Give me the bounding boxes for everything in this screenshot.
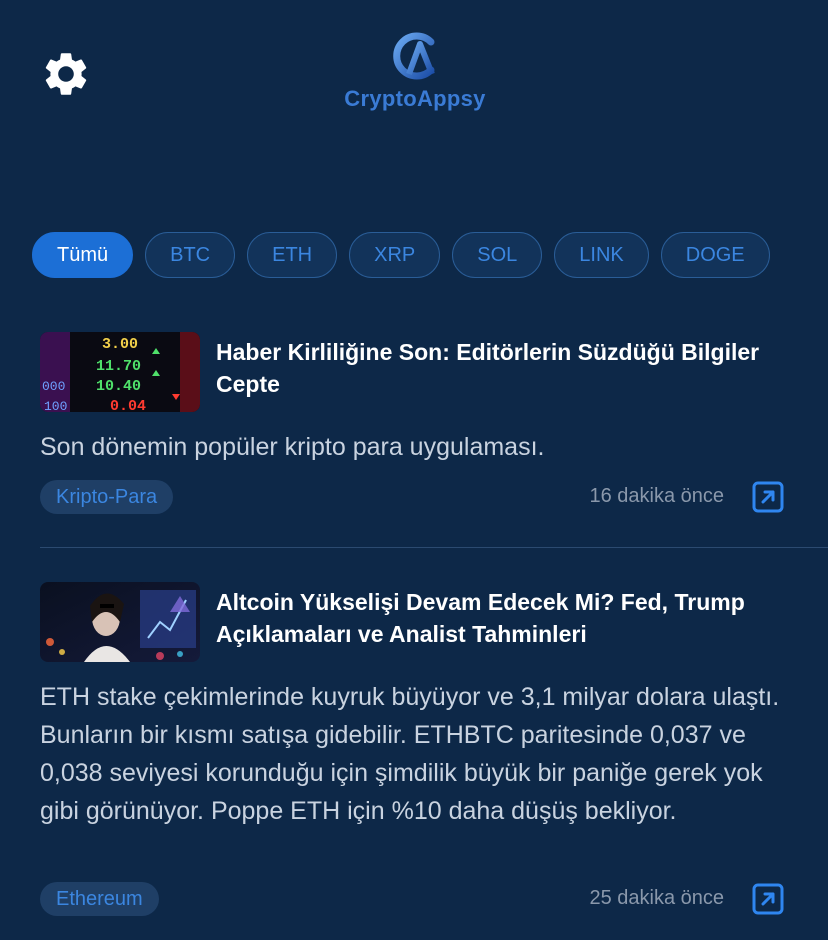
filter-chip-sol[interactable]: SOL: [452, 232, 543, 278]
article-title[interactable]: Haber Kirliliğine Son: Editörlerin Süzdü…: [216, 336, 776, 400]
news-item[interactable]: Altcoin Yükselişi Devam Edecek Mi? Fed, …: [40, 582, 828, 922]
filter-chip-link[interactable]: LINK: [554, 232, 649, 278]
ticker-value: 100: [44, 399, 67, 412]
ticker-value: 3.00: [102, 336, 138, 353]
article-description: Son dönemin popüler kripto para uygulama…: [40, 433, 545, 461]
ticker-value: 0.04: [110, 398, 146, 412]
external-link-icon[interactable]: [752, 883, 784, 915]
ticker-value: 10.40: [96, 378, 141, 395]
divider: [40, 547, 828, 548]
filter-chip-doge[interactable]: DOGE: [660, 232, 770, 278]
app-logo: CryptoAppsy: [330, 28, 500, 120]
filter-chip-eth[interactable]: ETH: [247, 232, 338, 278]
filter-chip-btc[interactable]: BTC: [145, 232, 236, 278]
news-item[interactable]: 3.00 11.70 10.40 0.04 000 100 Haber Kirl…: [40, 332, 828, 522]
article-description: ETH stake çekimlerinde kuyruk büyüyor ve…: [40, 683, 780, 825]
filter-chip-bar: Tümü BTC ETH XRP SOL LINK DOGE: [32, 232, 828, 280]
app-header: CryptoAppsy: [0, 0, 828, 140]
external-link-icon[interactable]: [752, 481, 784, 513]
app-name: CryptoAppsy: [344, 86, 486, 111]
logo-mark: [393, 32, 435, 80]
article-thumbnail: [40, 582, 200, 662]
article-thumbnail: 3.00 11.70 10.40 0.04 000 100: [40, 332, 200, 412]
timestamp: 25 dakika önce: [589, 887, 724, 909]
ticker-value: 11.70: [96, 358, 141, 375]
trader-screen-image: [40, 582, 200, 662]
ticker-board-image: 3.00 11.70 10.40 0.04 000 100: [40, 332, 200, 412]
ticker-value: 000: [42, 379, 65, 394]
filter-chip-xrp[interactable]: XRP: [349, 232, 441, 278]
filter-chip-all[interactable]: Tümü: [32, 232, 134, 278]
category-tag[interactable]: Ethereum: [40, 882, 159, 916]
timestamp: 16 dakika önce: [589, 485, 724, 507]
article-title[interactable]: Altcoin Yükselişi Devam Edecek Mi? Fed, …: [216, 586, 776, 650]
gear-icon[interactable]: [40, 48, 92, 100]
category-tag[interactable]: Kripto-Para: [40, 480, 174, 514]
